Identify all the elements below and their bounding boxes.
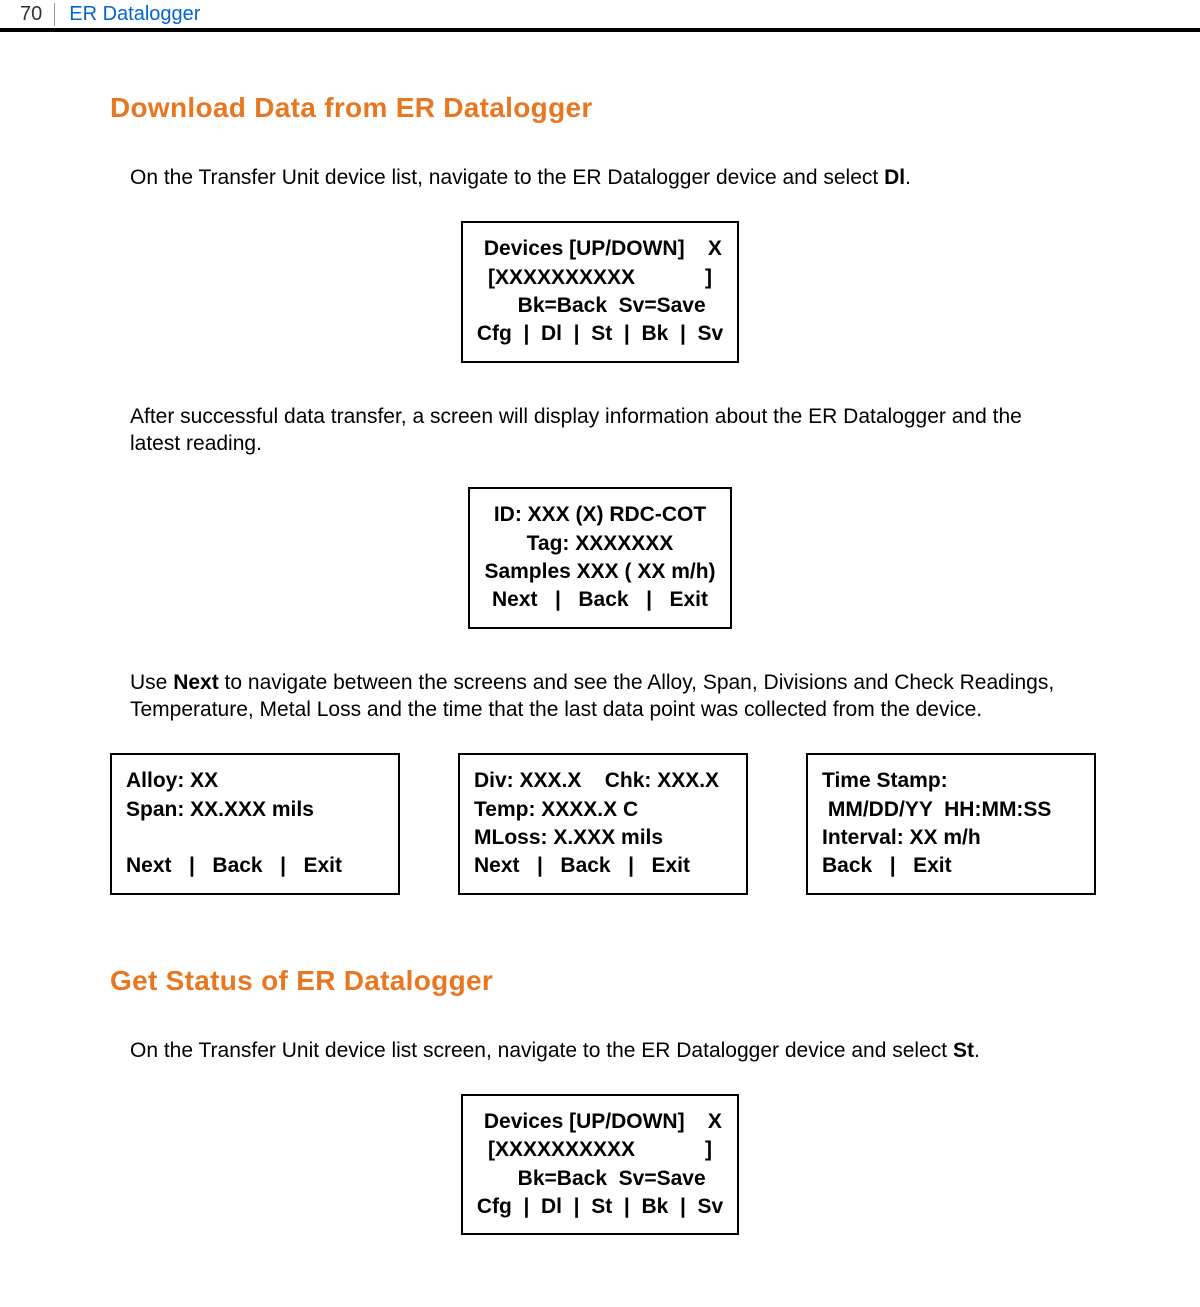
screen-row: Alloy: XX Span: XX.XXX mils Next | Back … [110, 753, 1090, 894]
intro2-bold: St [953, 1039, 974, 1062]
para3-bold: Next [173, 671, 219, 694]
paragraph-use-next: Use Next to navigate between the screens… [110, 669, 1090, 724]
screen-wrap-3: Devices [UP/DOWN] X [XXXXXXXXXX ] Bk=Bac… [110, 1094, 1090, 1235]
div-temp-mloss-screen: Div: XXX.X Chk: XXX.X Temp: XXXX.X C MLo… [458, 753, 748, 894]
intro1-bold: Dl [884, 166, 905, 189]
intro2-text-post: . [974, 1039, 980, 1062]
page-header: 70 ER Datalogger [0, 0, 1200, 32]
timestamp-screen: Time Stamp: MM/DD/YY HH:MM:SS Interval: … [806, 753, 1096, 894]
intro1-text-pre: On the Transfer Unit device list, naviga… [130, 166, 884, 189]
intro-paragraph-1: On the Transfer Unit device list, naviga… [110, 164, 1090, 191]
device-list-screen: Devices [UP/DOWN] X [XXXXXXXXXX ] Bk=Bac… [461, 221, 739, 362]
alloy-span-screen: Alloy: XX Span: XX.XXX mils Next | Back … [110, 753, 400, 894]
intro-paragraph-2: On the Transfer Unit device list screen,… [110, 1037, 1090, 1064]
paragraph-after-transfer: After successful data transfer, a screen… [110, 403, 1090, 458]
intro2-text-pre: On the Transfer Unit device list screen,… [130, 1039, 953, 1062]
para3-post: to navigate between the screens and see … [130, 671, 1054, 721]
header-title: ER Datalogger [55, 3, 200, 26]
section-get-status: Get Status of ER Datalogger On the Trans… [110, 965, 1090, 1236]
info-screen: ID: XXX (X) RDC-COT Tag: XXXXXXX Samples… [468, 487, 731, 628]
page-content: Download Data from ER Datalogger On the … [0, 32, 1200, 1235]
device-list-screen-2: Devices [UP/DOWN] X [XXXXXXXXXX ] Bk=Bac… [461, 1094, 739, 1235]
para3-pre: Use [130, 671, 173, 694]
section-title-download: Download Data from ER Datalogger [110, 92, 1090, 124]
intro1-text-post: . [905, 166, 911, 189]
page-number: 70 [0, 3, 55, 26]
screen-wrap-2: ID: XXX (X) RDC-COT Tag: XXXXXXX Samples… [110, 487, 1090, 628]
section-title-status: Get Status of ER Datalogger [110, 965, 1090, 997]
screen-wrap-1: Devices [UP/DOWN] X [XXXXXXXXXX ] Bk=Bac… [110, 221, 1090, 362]
